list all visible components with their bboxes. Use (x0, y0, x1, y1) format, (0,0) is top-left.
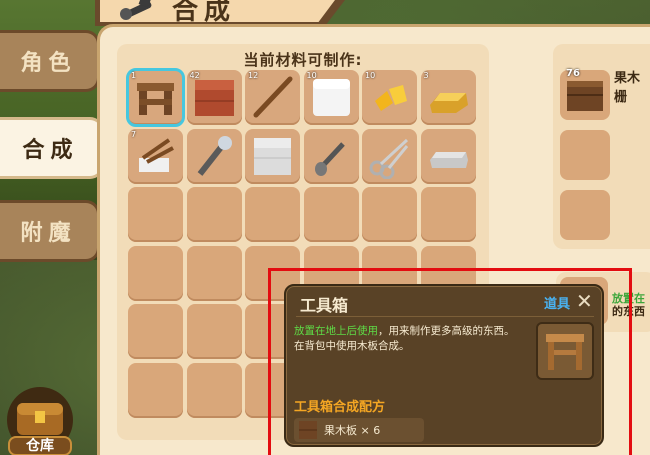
item-slot[interactable] (303, 128, 359, 184)
workbench-preview (536, 322, 594, 380)
warehouse-label[interactable]: 仓库 (8, 436, 72, 455)
shears-icon (369, 138, 409, 179)
item-slot[interactable]: 42 (186, 70, 242, 125)
grid-title: 当前材料可制作: (243, 51, 363, 69)
item-slot[interactable]: 12 (245, 70, 300, 125)
desc-line2: 在背包中使用木板合成。 (294, 340, 410, 352)
empty-slot[interactable] (186, 304, 242, 359)
recipe-badge: 76 (566, 68, 580, 79)
gold-ingot-icon (429, 93, 468, 113)
tooltip-category: 道具 (544, 297, 571, 312)
workbench-icon (546, 334, 584, 370)
recipe-slot[interactable] (560, 130, 610, 180)
torch-icon (197, 135, 232, 176)
empty-slot[interactable] (362, 187, 417, 242)
wooden-fence-icon (567, 81, 603, 111)
item-slot[interactable]: 10 (362, 70, 417, 125)
recipe-slot[interactable] (560, 190, 610, 240)
desc-highlight: 放置在地上后使用 (294, 325, 378, 337)
item-slot[interactable] (362, 128, 417, 184)
empty-slot[interactable] (128, 362, 183, 418)
item-slot[interactable] (186, 128, 242, 184)
workbench-icon (137, 83, 174, 115)
shovel-icon (314, 141, 345, 176)
trap-icon (139, 137, 174, 172)
recipe-title: 工具箱合成配方 (294, 400, 386, 415)
tab-crafting[interactable]: 合成 (0, 117, 104, 179)
tooltip-title: 工具箱 (300, 296, 349, 315)
recipe-item: 果木板 × 6 (324, 424, 381, 437)
item-slot[interactable] (420, 128, 476, 184)
item-slot[interactable] (245, 128, 300, 184)
stone-slab-icon (429, 151, 468, 168)
wood-plank-icon (299, 421, 317, 439)
wood-plank-icon (194, 80, 234, 116)
empty-slot[interactable] (128, 245, 183, 301)
item-slot[interactable]: 1 (126, 68, 185, 127)
gold-nugget-icon (375, 85, 407, 111)
empty-slot[interactable] (128, 187, 183, 242)
item-slot[interactable]: 10 (303, 70, 359, 125)
empty-slot[interactable] (420, 187, 476, 242)
item-slot[interactable]: 3 (420, 70, 476, 125)
tab-character[interactable]: 角色 (0, 30, 100, 92)
empty-slot[interactable] (186, 187, 242, 242)
white-wool-icon (312, 79, 350, 116)
item-slot[interactable]: 7 (128, 128, 183, 184)
close-icon[interactable]: ✕ (576, 289, 593, 313)
recipe-label: 果木栅 (614, 71, 641, 105)
item-tooltip: 工具箱 道具 ✕ 放置在地上后使用，用来制作更多高级的东西。 在背包中使用木板合… (284, 284, 604, 447)
tooltip-description: 放置在地上后使用，用来制作更多高级的东西。 在背包中使用木板合成。 (294, 324, 534, 354)
desc-rest: ，用来制作更多高级的东西。 (378, 325, 515, 337)
tab-enchant[interactable]: 附魔 (0, 200, 100, 262)
empty-slot[interactable] (128, 304, 183, 359)
empty-slot[interactable] (186, 362, 242, 418)
empty-slot[interactable] (186, 245, 242, 301)
tooltip-divider (296, 316, 594, 317)
stone-block-icon (254, 137, 291, 175)
page-title: 合成 (172, 0, 237, 26)
empty-slot[interactable] (303, 187, 359, 242)
empty-slot[interactable] (245, 187, 300, 242)
wrench-hammer-icon (120, 0, 152, 20)
stick-icon (253, 76, 293, 118)
